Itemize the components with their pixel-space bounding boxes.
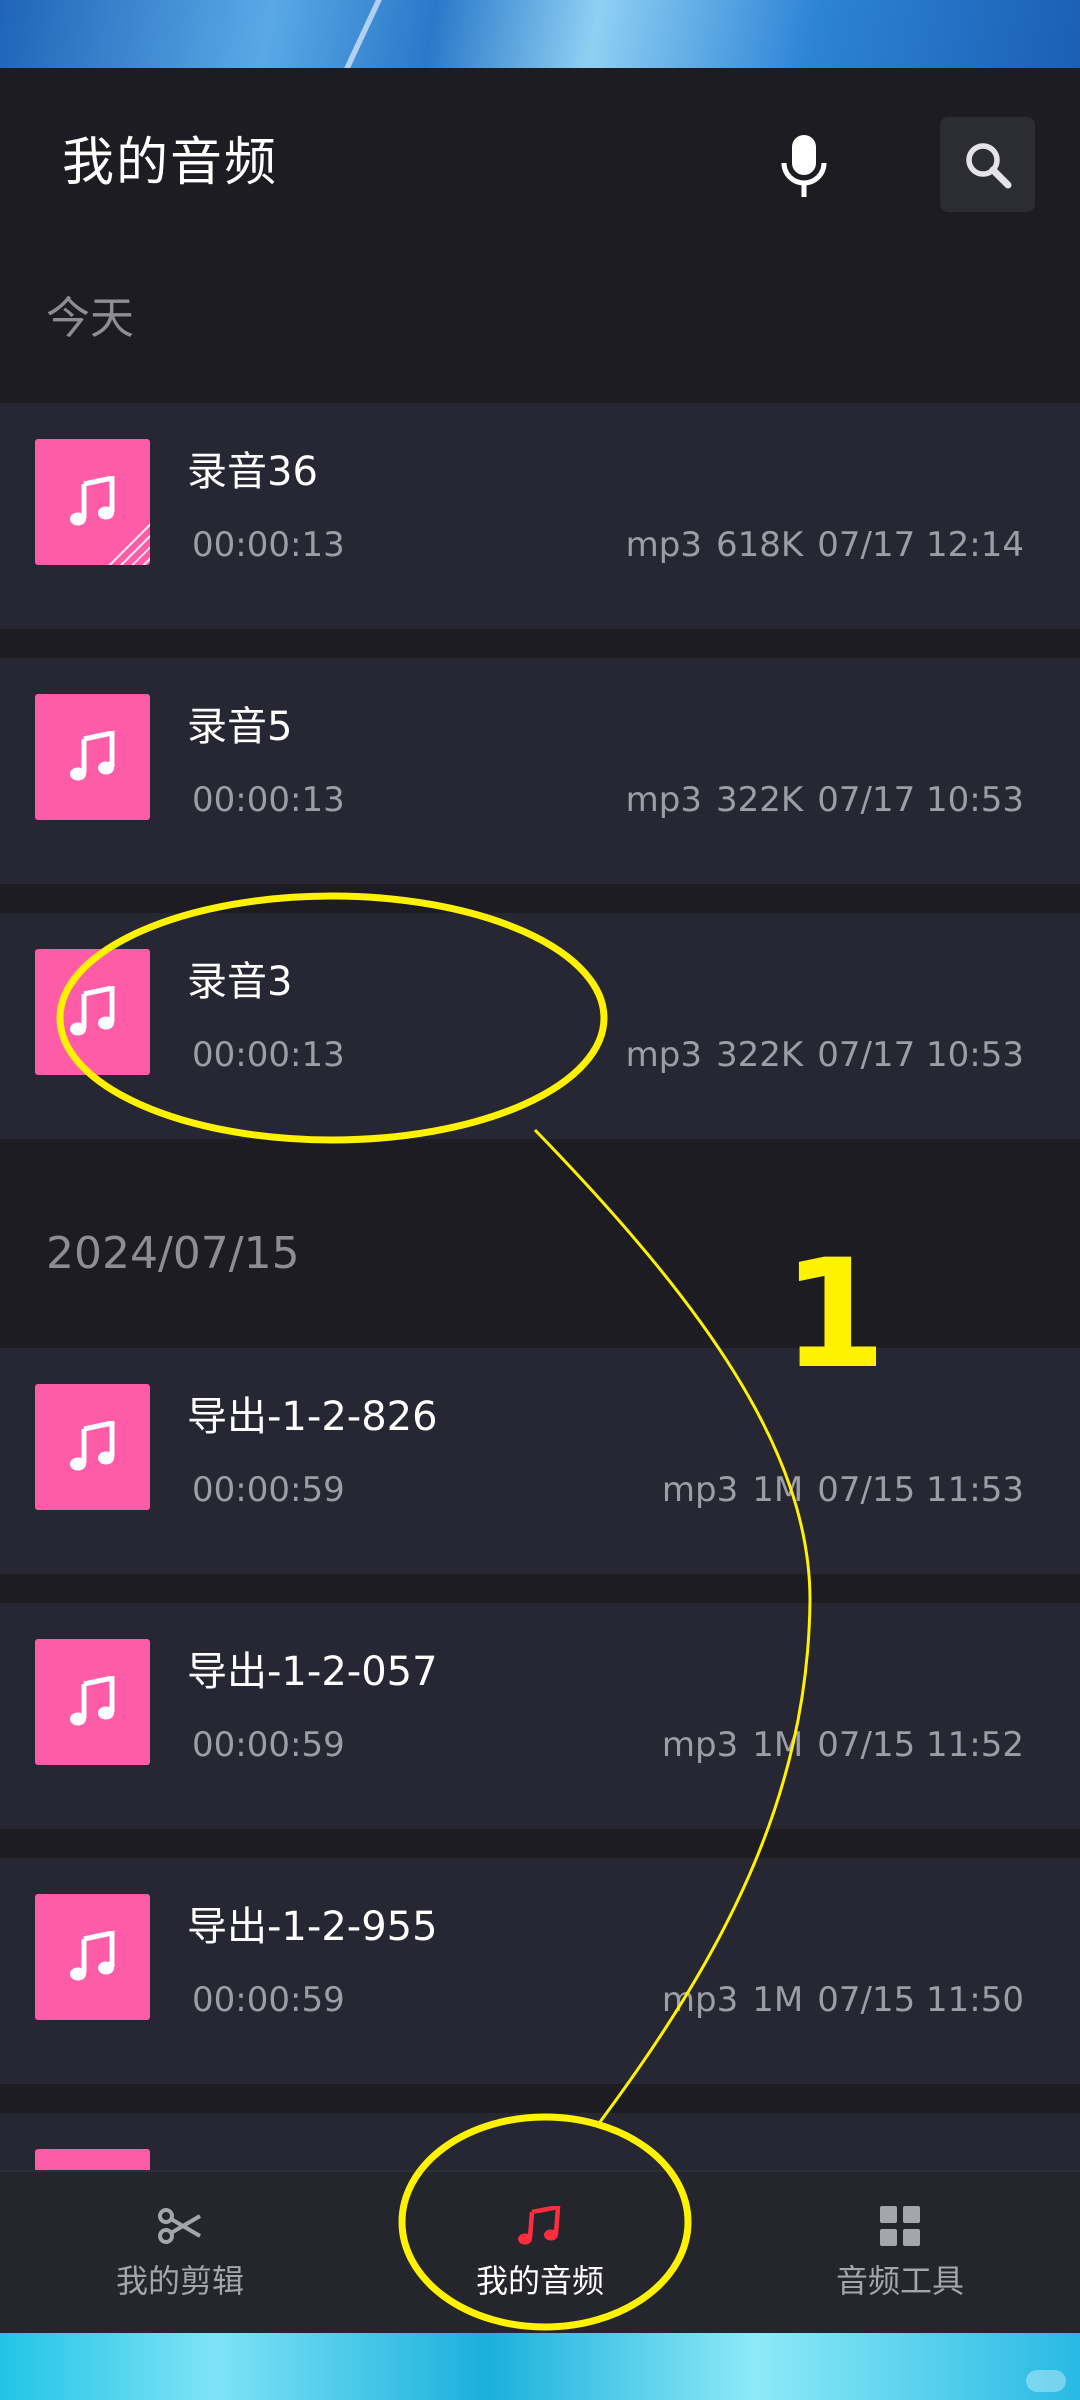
- audio-size: 618K: [716, 525, 804, 565]
- audio-size: 322K: [716, 780, 804, 820]
- audio-thumbnail: [35, 439, 150, 565]
- audio-list-item[interactable]: 录音36 00:00:13 mp3 618K 07/17 12:14: [0, 403, 1080, 629]
- audio-meta: mp3 322K 07/17 10:53: [612, 780, 1024, 820]
- scissors-icon: [158, 2207, 202, 2244]
- audio-meta: mp3 1M 07/15 11:52: [648, 1725, 1024, 1765]
- audio-thumbnail: [35, 1894, 150, 2020]
- audio-name: 录音5: [187, 704, 293, 750]
- audio-format: mp3: [661, 1725, 739, 1765]
- audio-list-item[interactable]: 录音3 00:00:13 mp3 322K 07/17 10:53: [0, 913, 1080, 1139]
- audio-format: mp3: [625, 1035, 703, 1075]
- audio-list-item[interactable]: 导出-1-2-057 00:00:59 mp3 1M 07/15 11:52: [0, 1603, 1080, 1829]
- nav-label: 我的剪辑: [115, 2261, 244, 2300]
- grid-icon: [880, 2205, 920, 2246]
- audio-format: mp3: [661, 1470, 739, 1510]
- audio-list-item[interactable]: 导出-1-2-955 00:00:59 mp3 1M 07/15 11:50: [0, 1858, 1080, 2084]
- app-window: 我的音频 今天 录音36 00:00:13 mp3 618K 07/17 12:…: [0, 68, 1080, 2333]
- audio-size: 1M: [752, 1980, 804, 2020]
- audio-duration: 00:00:13: [192, 1035, 345, 1075]
- music-note-icon: [69, 1676, 114, 1726]
- music-note-icon: [69, 1421, 114, 1471]
- audio-meta: mp3 618K 07/17 12:14: [612, 525, 1024, 565]
- audio-thumbnail: [35, 694, 150, 820]
- audio-date: 07/17 10:53: [817, 1035, 1024, 1075]
- audio-name: 录音36: [187, 449, 318, 495]
- audio-size: 1M: [752, 1725, 804, 1765]
- music-note-icon: [69, 1931, 114, 1981]
- audio-date: 07/17 10:53: [817, 780, 1024, 820]
- nav-label: 音频工具: [835, 2261, 964, 2300]
- screen: 我的音频 今天 录音36 00:00:13 mp3 618K 07/17 12:…: [0, 0, 1080, 2400]
- audio-thumbnail: [35, 1384, 150, 1510]
- nav-my-audio[interactable]: 我的音频: [390, 2172, 690, 2333]
- audio-duration: 00:00:13: [192, 780, 345, 820]
- audio-duration: 00:00:59: [192, 1470, 345, 1510]
- audio-meta: mp3 1M 07/15 11:50: [648, 1980, 1024, 2020]
- audio-list-item[interactable]: 录音5 00:00:13 mp3 322K 07/17 10:53: [0, 658, 1080, 884]
- nav-label: 我的音频: [475, 2261, 604, 2300]
- new-item-stripes: [108, 523, 150, 565]
- search-button[interactable]: [940, 117, 1035, 212]
- bottom-navigation: 我的剪辑 我的音频 音频工具: [0, 2170, 1080, 2333]
- audio-thumbnail: [35, 1639, 150, 1765]
- section-header-date: 2024/07/15: [46, 1228, 300, 1279]
- app-header: 我的音频: [0, 68, 1080, 228]
- audio-size: 322K: [716, 1035, 804, 1075]
- audio-name: 录音3: [187, 959, 293, 1005]
- microphone-icon: [781, 135, 827, 197]
- audio-duration: 00:00:59: [192, 1980, 345, 2020]
- audio-format: mp3: [625, 525, 703, 565]
- nav-audio-tools[interactable]: 音频工具: [750, 2172, 1050, 2333]
- audio-thumbnail: [35, 949, 150, 1075]
- wallpaper-top: [0, 0, 1080, 68]
- annotation-step-number: 1: [782, 1228, 887, 1402]
- audio-date: 07/15 11:52: [817, 1725, 1024, 1765]
- microphone-button[interactable]: [766, 130, 842, 206]
- audio-list-item[interactable]: 导出-1-2-826 00:00:59 mp3 1M 07/15 11:53: [0, 1348, 1080, 1574]
- audio-date: 07/17 12:14: [817, 525, 1024, 565]
- audio-format: mp3: [661, 1980, 739, 2020]
- music-note-icon: [69, 986, 114, 1036]
- audio-date: 07/15 11:50: [817, 1980, 1024, 2020]
- audio-size: 1M: [752, 1470, 804, 1510]
- music-note-icon: [69, 731, 114, 781]
- audio-duration: 00:00:13: [192, 525, 345, 565]
- audio-format: mp3: [625, 780, 703, 820]
- audio-name: 导出-1-2-826: [187, 1394, 438, 1440]
- watermark-badge: [1026, 2370, 1066, 2392]
- audio-date: 07/15 11:53: [817, 1470, 1024, 1510]
- audio-duration: 00:00:59: [192, 1725, 345, 1765]
- wallpaper-bottom: [0, 2333, 1080, 2400]
- audio-meta: mp3 322K 07/17 10:53: [612, 1035, 1024, 1075]
- audio-meta: mp3 1M 07/15 11:53: [648, 1470, 1024, 1510]
- page-title: 我的音频: [62, 133, 279, 193]
- nav-my-edits[interactable]: 我的剪辑: [30, 2172, 330, 2333]
- audio-name: 导出-1-2-057: [187, 1649, 438, 1695]
- section-header-today: 今天: [46, 293, 134, 344]
- music-note-icon: [69, 476, 114, 526]
- audio-name: 导出-1-2-955: [187, 1904, 438, 1950]
- search-icon: [965, 142, 1011, 188]
- music-note-icon: [518, 2205, 561, 2244]
